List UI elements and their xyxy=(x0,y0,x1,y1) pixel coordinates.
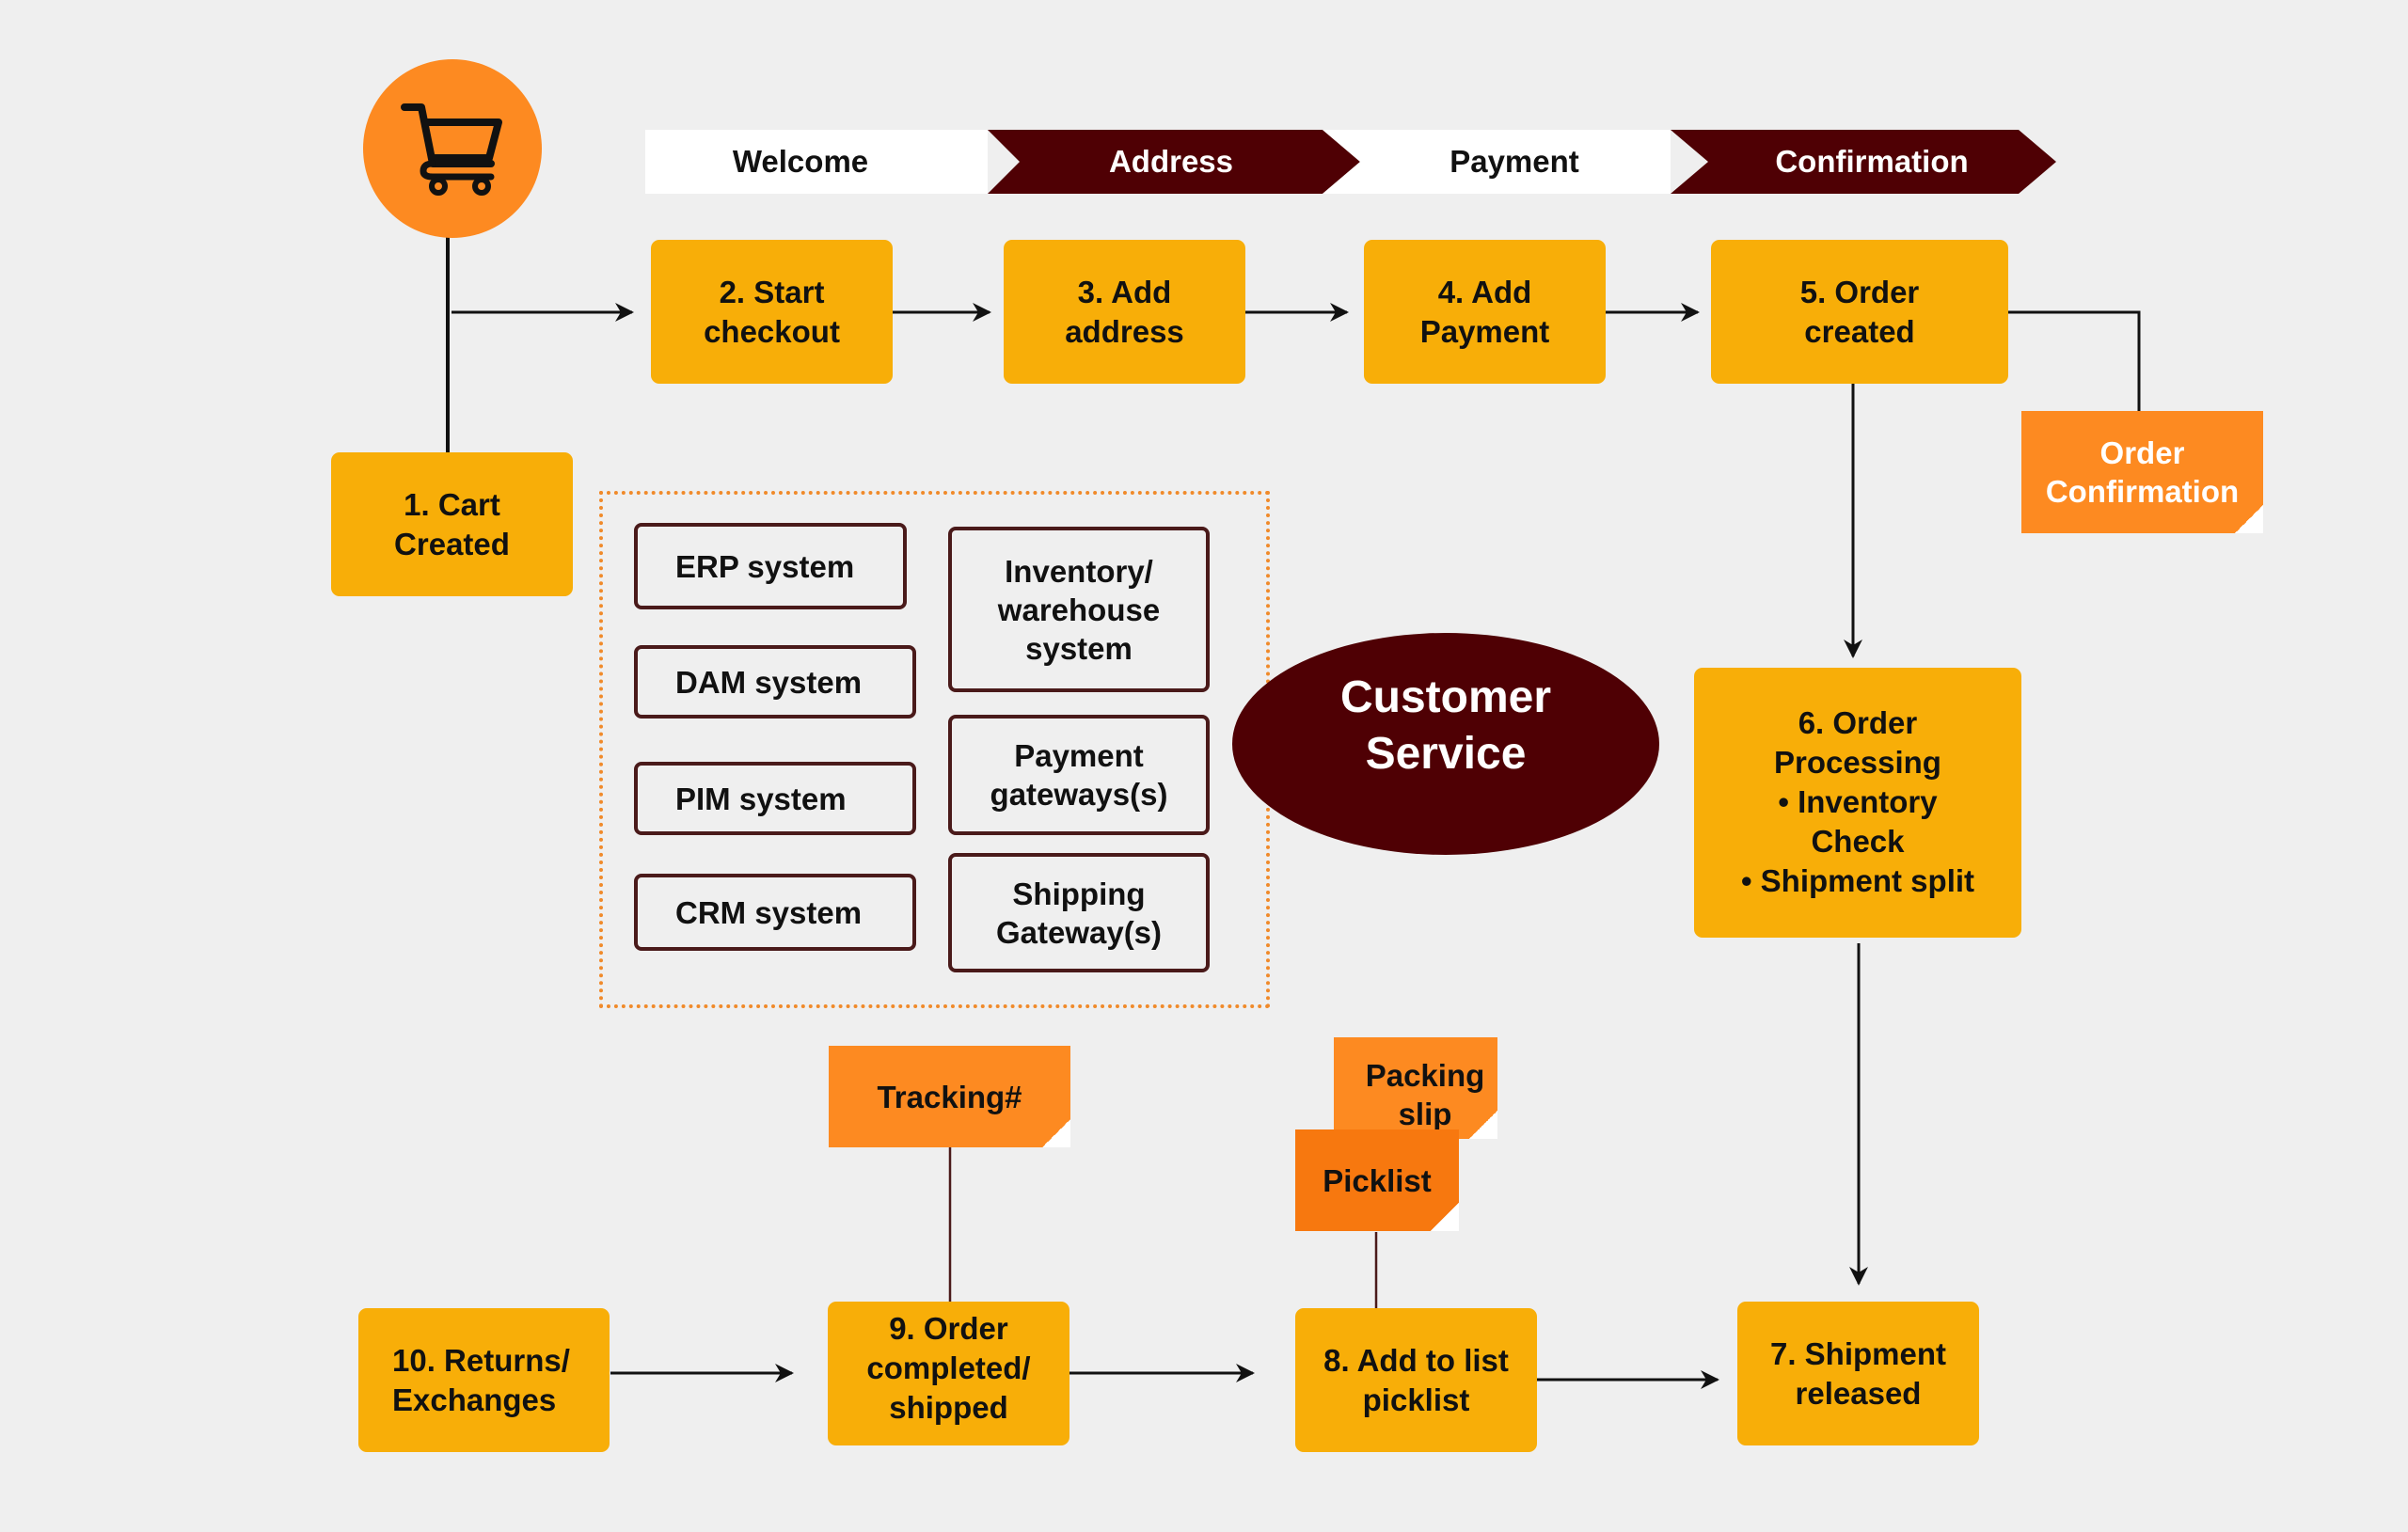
page-curl-icon xyxy=(2235,505,2263,533)
page-curl-icon xyxy=(1042,1119,1070,1147)
page-curl-icon xyxy=(1431,1203,1459,1231)
system-crm[interactable]: CRM system xyxy=(634,874,916,951)
step-10-label: 10. Returns/ Exchanges xyxy=(392,1342,570,1417)
system-payment-label: Payment gateways(s) xyxy=(990,738,1168,812)
note-order-confirmation[interactable]: Order Confirmation xyxy=(2021,411,2263,533)
note-order-confirmation-label: Order Confirmation xyxy=(2045,435,2240,509)
step-2-start-checkout[interactable]: 2. Start checkout xyxy=(651,240,893,384)
step-6-order-processing[interactable]: 6. Order Processing • Inventory Check • … xyxy=(1694,668,2021,938)
step-6-label: 6. Order Processing • Inventory Check • … xyxy=(1740,705,1975,898)
system-payment-gateways[interactable]: Payment gateways(s) xyxy=(948,715,1210,835)
phase-welcome-label: Welcome xyxy=(732,144,869,179)
step-1-label: 1. Cart Created xyxy=(394,486,510,561)
system-dam-label: DAM system xyxy=(675,664,863,700)
system-crm-label: CRM system xyxy=(675,894,863,930)
step-4-add-payment[interactable]: 4. Add Payment xyxy=(1364,240,1606,384)
step-9-order-completed[interactable]: 9. Order completed/ shipped xyxy=(828,1302,1069,1445)
step-4-label: 4. Add Payment xyxy=(1419,274,1550,349)
step-5-label: 5. Order created xyxy=(1799,274,1920,349)
phase-payment-label: Payment xyxy=(1450,144,1579,179)
step-8-label: 8. Add to list picklist xyxy=(1323,1342,1509,1417)
phase-confirmation: Confirmation xyxy=(1703,131,2041,193)
cart-start-circle xyxy=(363,59,542,238)
phase-address-label: Address xyxy=(1108,144,1234,179)
customer-service-label: Customer Service xyxy=(1339,672,1552,779)
system-shipping-gateways[interactable]: Shipping Gateway(s) xyxy=(948,853,1210,972)
note-picklist-label: Picklist xyxy=(1323,1162,1432,1198)
system-pim-label: PIM system xyxy=(675,781,847,816)
step-3-add-address[interactable]: 3. Add address xyxy=(1004,240,1245,384)
step-3-label: 3. Add address xyxy=(1065,274,1184,349)
step-10-returns-exchanges[interactable]: 10. Returns/ Exchanges xyxy=(358,1308,610,1452)
note-tracking-label: Tracking# xyxy=(877,1079,1022,1114)
system-pim[interactable]: PIM system xyxy=(634,762,916,835)
system-inventory-warehouse[interactable]: Inventory/ warehouse system xyxy=(948,527,1210,692)
connector-step5-to-confirmation xyxy=(2008,310,2141,412)
system-erp-label: ERP system xyxy=(675,548,855,584)
step-7-shipment-released[interactable]: 7. Shipment released xyxy=(1737,1302,1979,1445)
phase-payment: Payment xyxy=(1354,131,1674,193)
system-erp[interactable]: ERP system xyxy=(634,523,907,609)
step-1-cart-created[interactable]: 1. Cart Created xyxy=(331,452,573,596)
note-tracking[interactable]: Tracking# xyxy=(829,1046,1070,1147)
shopping-cart-icon xyxy=(401,103,502,196)
step-5-order-created[interactable]: 5. Order created xyxy=(1711,240,2008,384)
system-dam[interactable]: DAM system xyxy=(634,645,916,719)
system-shipping-label: Shipping Gateway(s) xyxy=(995,876,1163,950)
note-packing-slip[interactable]: Packing slip xyxy=(1334,1037,1497,1139)
page-curl-icon xyxy=(1469,1111,1497,1139)
note-picklist[interactable]: Picklist xyxy=(1295,1129,1459,1231)
step-8-add-to-picklist[interactable]: 8. Add to list picklist xyxy=(1295,1308,1537,1452)
customer-service-ellipse[interactable]: Customer Service xyxy=(1232,633,1659,855)
phase-confirmation-label: Confirmation xyxy=(1775,144,1969,179)
step-9-label: 9. Order completed/ shipped xyxy=(866,1311,1031,1425)
phase-address: Address xyxy=(1006,131,1336,193)
step-2-label: 2. Start checkout xyxy=(704,274,840,349)
system-inventory-label: Inventory/ warehouse system xyxy=(997,553,1161,666)
phase-welcome: Welcome xyxy=(645,131,956,193)
step-7-label: 7. Shipment released xyxy=(1769,1335,1947,1411)
note-packing-slip-label: Packing slip xyxy=(1365,1058,1485,1131)
